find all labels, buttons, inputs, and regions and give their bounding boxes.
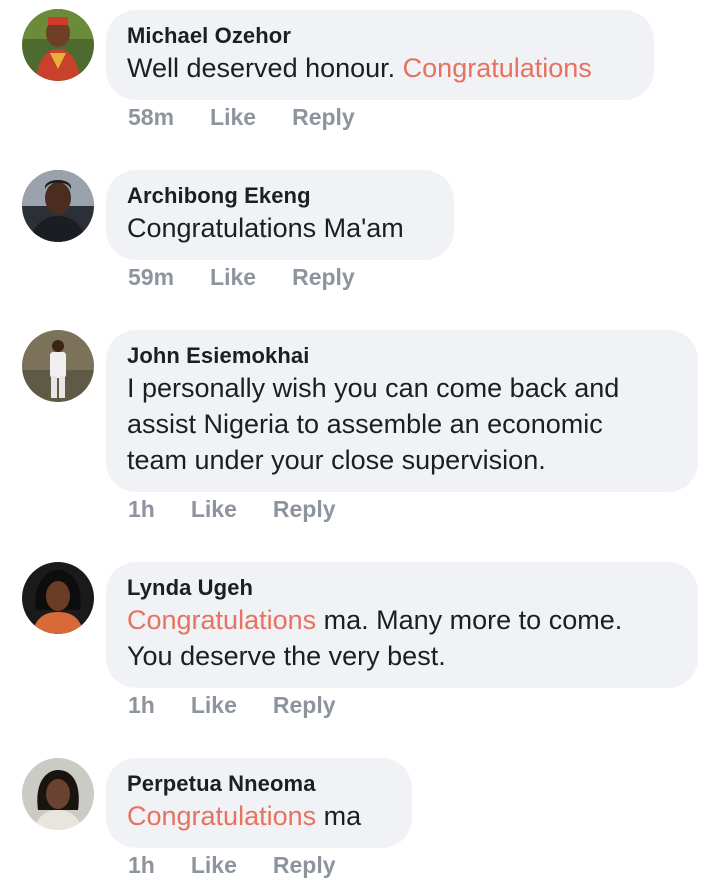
comment-text-line: Congratulations ma. Many more to come. bbox=[127, 602, 676, 638]
comment-text: Congratulations Ma'am bbox=[127, 213, 404, 243]
avatar[interactable] bbox=[22, 758, 94, 830]
comment-timestamp[interactable]: 1h bbox=[128, 496, 155, 523]
comment-timestamp[interactable]: 1h bbox=[128, 852, 155, 879]
like-button[interactable]: Like bbox=[210, 104, 256, 131]
reply-button[interactable]: Reply bbox=[292, 264, 355, 291]
comment-timestamp[interactable]: 59m bbox=[128, 264, 174, 291]
comment-text: Well deserved honour. Congratulations bbox=[127, 50, 632, 86]
comment-bubble: Archibong Ekeng Congratulations Ma'am bbox=[106, 170, 454, 260]
comment-bubble: John Esiemokhai I personally wish you ca… bbox=[106, 330, 698, 492]
comment-text-line: assist Nigeria to assemble an economic bbox=[127, 409, 603, 439]
comment-author[interactable]: Archibong Ekeng bbox=[127, 182, 432, 210]
like-button[interactable]: Like bbox=[191, 496, 237, 523]
reply-button[interactable]: Reply bbox=[292, 104, 355, 131]
comment-text: Congratulations ma bbox=[127, 798, 390, 834]
reply-button[interactable]: Reply bbox=[273, 692, 336, 719]
comment-actions: 1h Like Reply bbox=[128, 496, 336, 523]
highlighted-keyword[interactable]: Congratulations bbox=[403, 53, 592, 83]
comment-actions: 1h Like Reply bbox=[128, 692, 336, 719]
comment-text: Congratulations ma. Many more to come. Y… bbox=[127, 602, 676, 674]
comment-bubble: Perpetua Nneoma Congratulations ma bbox=[106, 758, 412, 848]
avatar[interactable] bbox=[22, 330, 94, 402]
comment-author[interactable]: Lynda Ugeh bbox=[127, 574, 676, 602]
highlighted-keyword[interactable]: Congratulations bbox=[127, 801, 316, 831]
comment-text-line: team under your close supervision. bbox=[127, 445, 546, 475]
comment-text: I personally wish you can come back and … bbox=[127, 370, 676, 478]
like-button[interactable]: Like bbox=[191, 692, 237, 719]
comment-author[interactable]: Michael Ozehor bbox=[127, 22, 632, 50]
comment-bubble: Lynda Ugeh Congratulations ma. Many more… bbox=[106, 562, 698, 688]
reply-button[interactable]: Reply bbox=[273, 496, 336, 523]
comment-text-part: Well deserved honour. bbox=[127, 53, 403, 83]
avatar[interactable] bbox=[22, 562, 94, 634]
comment-bubble: Michael Ozehor Well deserved honour. Con… bbox=[106, 10, 654, 100]
like-button[interactable]: Like bbox=[191, 852, 237, 879]
avatar[interactable] bbox=[22, 170, 94, 242]
comment-timestamp[interactable]: 58m bbox=[128, 104, 174, 131]
comment-actions: 59m Like Reply bbox=[128, 264, 355, 291]
avatar[interactable] bbox=[22, 9, 94, 81]
comment-text-line: You deserve the very best. bbox=[127, 641, 446, 671]
comment-text-part: ma bbox=[316, 801, 362, 831]
comment-author[interactable]: Perpetua Nneoma bbox=[127, 770, 390, 798]
comment-text-part: ma. Many more to come. bbox=[316, 605, 623, 635]
comment-author[interactable]: John Esiemokhai bbox=[127, 342, 676, 370]
comment-actions: 58m Like Reply bbox=[128, 104, 355, 131]
comment-timestamp[interactable]: 1h bbox=[128, 692, 155, 719]
highlighted-keyword[interactable]: Congratulations bbox=[127, 605, 316, 635]
like-button[interactable]: Like bbox=[210, 264, 256, 291]
reply-button[interactable]: Reply bbox=[273, 852, 336, 879]
comment-actions: 1h Like Reply bbox=[128, 852, 336, 879]
comment-text-line: I personally wish you can come back and bbox=[127, 373, 620, 403]
